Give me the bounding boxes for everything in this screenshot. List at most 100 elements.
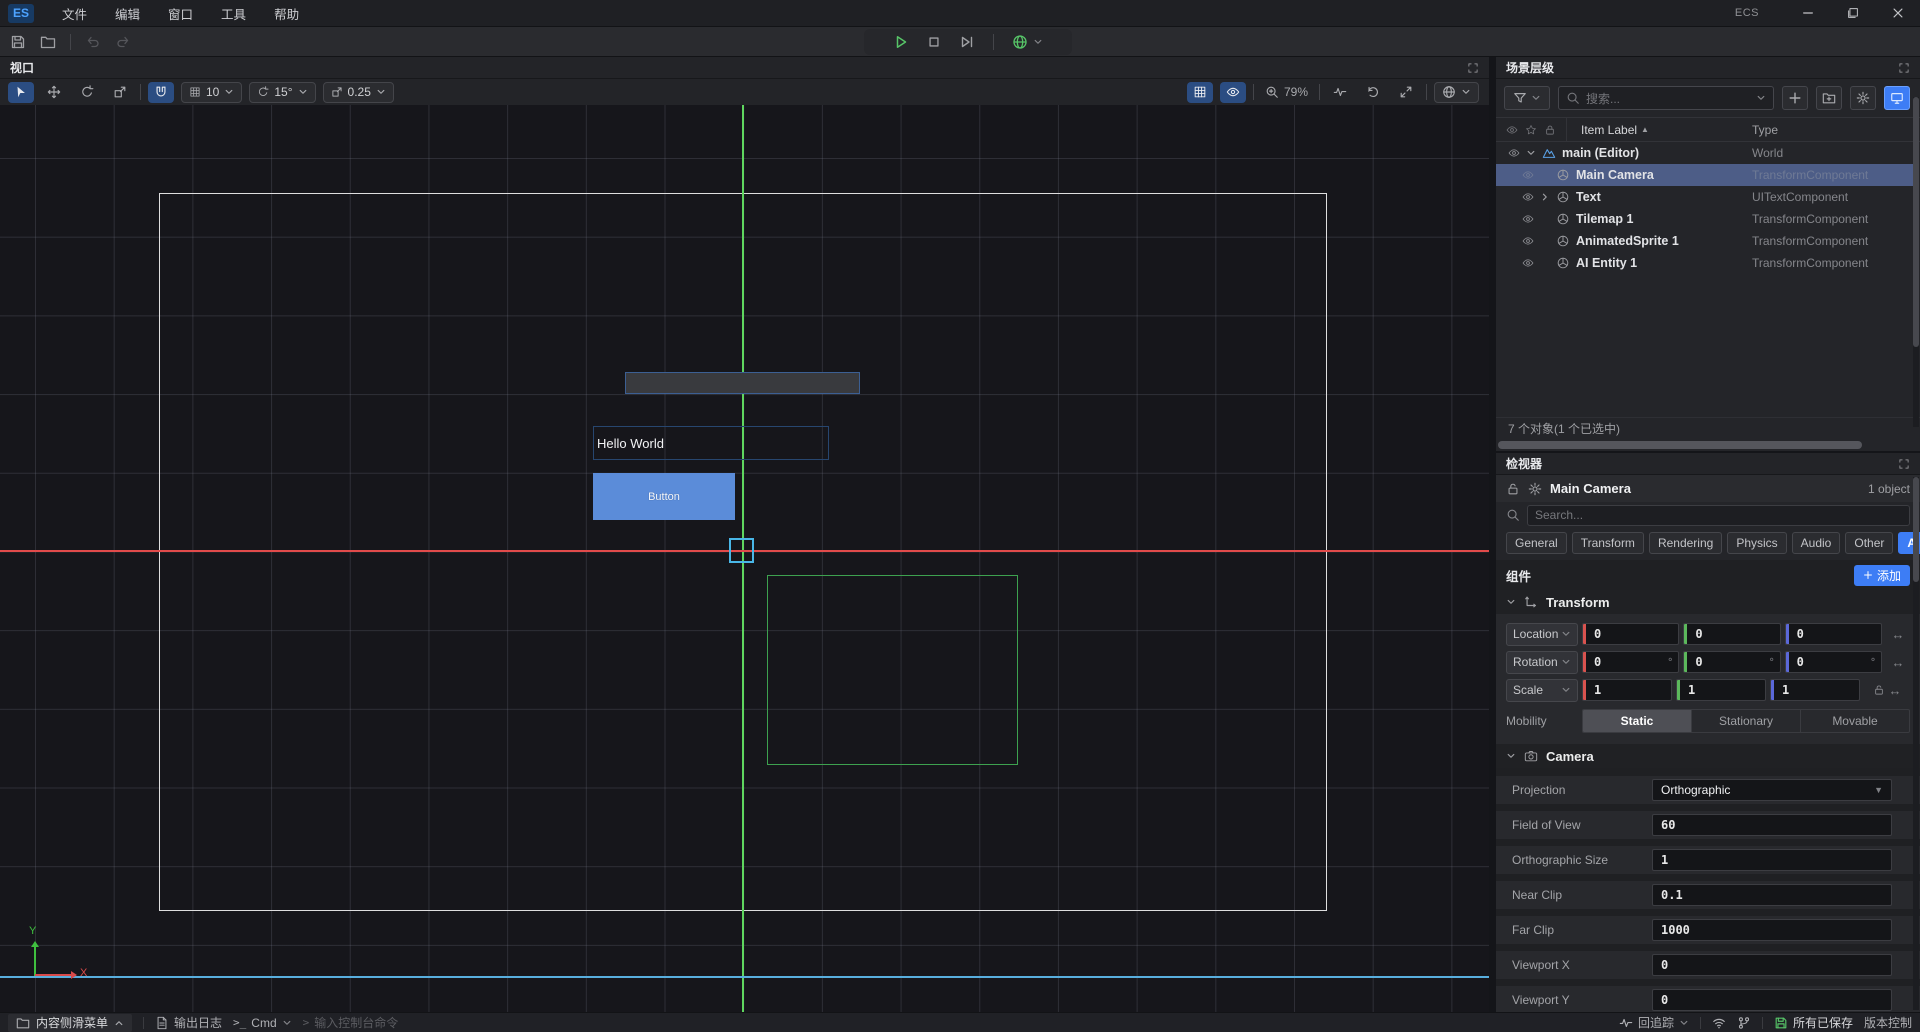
- select-tool-button[interactable]: [8, 82, 34, 103]
- version-control-button[interactable]: 版本控制: [1864, 1014, 1912, 1031]
- scale-y-input[interactable]: 1: [1676, 679, 1766, 701]
- location-z-input[interactable]: 0: [1785, 623, 1882, 645]
- menu-窗口[interactable]: 窗口: [154, 0, 207, 26]
- tab-general[interactable]: General: [1506, 532, 1567, 554]
- filter-dropdown[interactable]: [1504, 86, 1550, 110]
- orthographic-size-input[interactable]: 1: [1652, 849, 1892, 871]
- hierarchy-settings-button[interactable]: [1850, 86, 1876, 110]
- branch-button[interactable]: [1737, 1016, 1751, 1030]
- console-command-input[interactable]: > 输入控制台命令: [303, 1014, 399, 1031]
- zoom-level-control[interactable]: 79%: [1261, 85, 1312, 99]
- redo-icon[interactable]: [115, 34, 131, 50]
- inspector-expand-icon[interactable]: [1898, 458, 1910, 470]
- rotation-x-input[interactable]: 0°: [1582, 651, 1679, 673]
- near-clip-input[interactable]: 0.1: [1652, 884, 1892, 906]
- button-entity[interactable]: Button: [593, 473, 735, 520]
- camera-section-header[interactable]: Camera: [1496, 744, 1920, 768]
- hierarchy-expand-icon[interactable]: [1898, 62, 1910, 74]
- projection-select[interactable]: Orthographic▼: [1652, 779, 1892, 801]
- scale-z-input[interactable]: 1: [1770, 679, 1860, 701]
- visibility-eye-icon[interactable]: [1522, 169, 1540, 181]
- gear-icon[interactable]: [1528, 482, 1542, 496]
- scale-snap-dropdown[interactable]: 0.25: [323, 82, 394, 103]
- fullscreen-button[interactable]: [1393, 82, 1419, 103]
- add-component-button[interactable]: 添加: [1854, 565, 1910, 586]
- selection-gizmo[interactable]: [729, 538, 754, 563]
- grid-toggle-button[interactable]: [1187, 82, 1213, 103]
- tab-rendering[interactable]: Rendering: [1649, 532, 1722, 554]
- menu-编辑[interactable]: 编辑: [101, 0, 154, 26]
- undo-icon[interactable]: [85, 34, 101, 50]
- visibility-eye-icon[interactable]: [1522, 191, 1540, 203]
- location-dropdown[interactable]: Location: [1506, 623, 1578, 646]
- mobility-movable[interactable]: Movable: [1801, 710, 1909, 732]
- hierarchy-search-input[interactable]: 搜索...: [1558, 86, 1774, 110]
- menu-帮助[interactable]: 帮助: [260, 0, 313, 26]
- mobility-stationary[interactable]: Stationary: [1692, 710, 1801, 732]
- scale-dropdown[interactable]: Scale: [1506, 679, 1578, 702]
- rotation-dropdown[interactable]: Rotation: [1506, 651, 1578, 674]
- output-log-button[interactable]: 输出日志: [155, 1014, 222, 1031]
- scale-x-input[interactable]: 1: [1582, 679, 1672, 701]
- far-clip-input[interactable]: 1000: [1652, 919, 1892, 941]
- visibility-eye-icon[interactable]: [1522, 213, 1540, 225]
- viewport-y-input[interactable]: 0: [1652, 989, 1892, 1011]
- display-mode-button[interactable]: [1884, 86, 1910, 110]
- inspector-search-input[interactable]: Search...: [1527, 505, 1910, 526]
- mobility-static[interactable]: Static: [1583, 710, 1692, 732]
- eye-column-icon[interactable]: [1506, 124, 1518, 136]
- chevron-right-icon[interactable]: [1540, 192, 1556, 202]
- save-icon[interactable]: [10, 34, 26, 50]
- viewport-expand-icon[interactable]: [1467, 62, 1479, 74]
- lock-icon[interactable]: [1506, 482, 1520, 496]
- location-x-input[interactable]: 0: [1582, 623, 1679, 645]
- traceback-dropdown[interactable]: 回追踪: [1619, 1014, 1689, 1031]
- link-values-icon[interactable]: ↔: [1891, 627, 1904, 642]
- type-column[interactable]: Type: [1752, 123, 1778, 137]
- snap-toggle-button[interactable]: [148, 82, 174, 103]
- sprite-bar[interactable]: [625, 372, 860, 394]
- tab-transform[interactable]: Transform: [1572, 532, 1644, 554]
- reset-view-button[interactable]: [1360, 82, 1386, 103]
- hierarchy-row-main-editor[interactable]: main (Editor)World: [1496, 142, 1914, 164]
- tab-audio[interactable]: Audio: [1792, 532, 1841, 554]
- add-entity-button[interactable]: [1782, 86, 1808, 110]
- content-drawer-button[interactable]: 内容侧滑菜单: [8, 1014, 132, 1032]
- cmd-dropdown[interactable]: >_ Cmd: [233, 1016, 292, 1030]
- hierarchy-row-tilemap-1[interactable]: Tilemap 1TransformComponent: [1496, 208, 1914, 230]
- link-values-icon[interactable]: ↔: [1891, 655, 1904, 670]
- scene-canvas[interactable]: Hello World Button Y X: [0, 105, 1489, 1012]
- menu-文件[interactable]: 文件: [48, 0, 101, 26]
- minimize-button[interactable]: [1785, 0, 1830, 26]
- hierarchy-horizontal-scrollbar[interactable]: [1498, 441, 1912, 449]
- chevron-down-icon[interactable]: [1526, 148, 1542, 158]
- lock-column-icon[interactable]: [1544, 124, 1556, 136]
- rotation-y-input[interactable]: 0°: [1683, 651, 1780, 673]
- visibility-eye-icon[interactable]: [1522, 257, 1540, 269]
- open-folder-icon[interactable]: [40, 34, 56, 50]
- link-values-icon[interactable]: ↔: [1889, 683, 1902, 698]
- hierarchy-row-text[interactable]: TextUITextComponent: [1496, 186, 1914, 208]
- field-of-view-input[interactable]: 60: [1652, 814, 1892, 836]
- tab-other[interactable]: Other: [1845, 532, 1893, 554]
- viewport-x-input[interactable]: 0: [1652, 954, 1892, 976]
- rotation-z-input[interactable]: 0°: [1785, 651, 1882, 673]
- item-label-column[interactable]: Item Label▲: [1581, 123, 1649, 137]
- hierarchy-row-animatedsprite-1[interactable]: AnimatedSprite 1TransformComponent: [1496, 230, 1914, 252]
- visibility-eye-icon[interactable]: [1508, 147, 1526, 159]
- play-button[interactable]: [893, 34, 909, 50]
- hierarchy-vertical-scrollbar[interactable]: [1913, 97, 1919, 427]
- stats-button[interactable]: [1327, 82, 1353, 103]
- move-tool-button[interactable]: [41, 82, 67, 103]
- step-button[interactable]: [959, 34, 975, 50]
- app-logo[interactable]: ES: [8, 4, 34, 23]
- star-column-icon[interactable]: [1525, 124, 1537, 136]
- hierarchy-row-ai-entity-1[interactable]: AI Entity 1TransformComponent: [1496, 252, 1914, 274]
- network-status-icon[interactable]: [1712, 1016, 1726, 1030]
- inspector-vertical-scrollbar[interactable]: [1913, 477, 1919, 1010]
- scale-tool-button[interactable]: [107, 82, 133, 103]
- tab-physics[interactable]: Physics: [1727, 532, 1786, 554]
- close-button[interactable]: [1875, 0, 1920, 26]
- stop-button[interactable]: [927, 35, 941, 49]
- rotate-tool-button[interactable]: [74, 82, 100, 103]
